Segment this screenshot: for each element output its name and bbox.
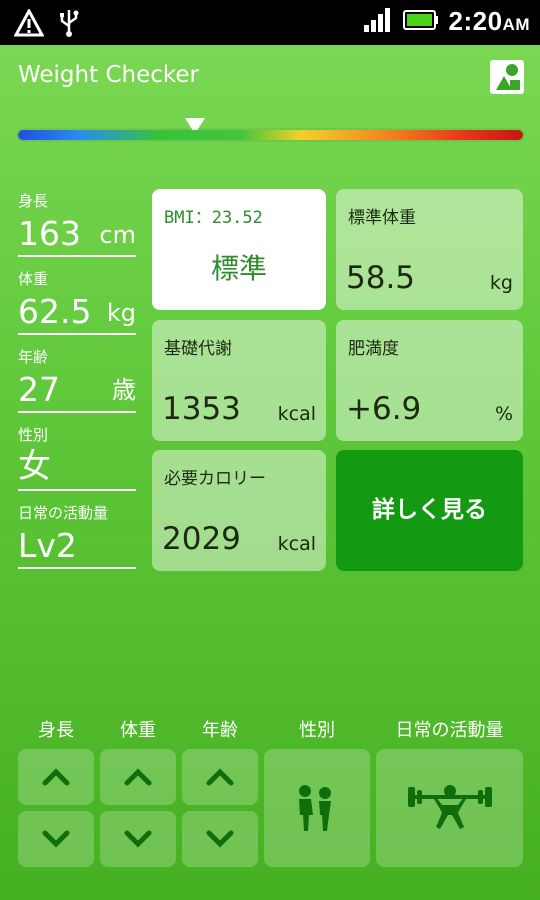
bmi-label: BMI：23.52	[164, 208, 263, 228]
age-up-button[interactable]	[182, 749, 258, 805]
bmi-card: BMI：23.52 標準	[152, 189, 326, 310]
bmr-label: 基礎代謝	[164, 339, 232, 359]
couple-kissing-icon	[299, 785, 331, 831]
height-value-box[interactable]: 163 cm	[18, 211, 136, 257]
control-label-weight: 体重	[120, 720, 156, 741]
detail-button[interactable]: 詳しく見る	[336, 450, 523, 571]
control-label-gender: 性別	[299, 720, 335, 741]
app-title: Weight Checker	[18, 62, 199, 88]
weight-down-button[interactable]	[100, 811, 176, 867]
weight-value: 62.5	[18, 292, 92, 331]
obesity-card: 肥満度 +6.9 %	[336, 320, 523, 441]
height-value: 163	[18, 214, 81, 253]
chevron-down-icon	[124, 830, 152, 848]
chevron-up-icon	[42, 768, 70, 786]
obesity-label: 肥満度	[348, 339, 399, 359]
calorie-label: 必要カロリー	[164, 469, 266, 489]
activity-value: Lv2	[18, 526, 77, 565]
activity-toggle-button[interactable]	[376, 749, 523, 867]
bmi-status: 標準	[210, 252, 267, 285]
chevron-up-icon	[206, 768, 234, 786]
height-unit: cm	[99, 221, 136, 249]
standard-weight-label: 標準体重	[348, 208, 416, 228]
obesity-value: +6.9	[346, 391, 422, 427]
activity-value-box[interactable]: Lv2	[18, 523, 136, 569]
status-bar: 2:20AM	[0, 0, 540, 45]
age-down-button[interactable]	[182, 811, 258, 867]
weight-unit: kg	[106, 299, 136, 327]
bmr-value: 1353	[162, 391, 241, 427]
calorie-unit: kcal	[277, 533, 316, 555]
age-field[interactable]: 年齢 27 歳	[18, 346, 136, 413]
gender-field[interactable]: 性別 女	[18, 424, 136, 491]
weight-value-box[interactable]: 62.5 kg	[18, 289, 136, 335]
chevron-down-icon	[42, 830, 70, 848]
bmr-card: 基礎代謝 1353 kcal	[152, 320, 326, 441]
standard-weight-card: 標準体重 58.5 kg	[336, 189, 523, 310]
bmi-scale	[18, 118, 523, 144]
warning-icon	[13, 7, 45, 41]
activity-label: 日常の活動量	[18, 504, 109, 522]
age-label: 年齢	[18, 348, 49, 366]
height-field[interactable]: 身長 163 cm	[18, 190, 136, 257]
scale-gradient-bar	[18, 130, 523, 140]
clock-ampm: AM	[502, 15, 530, 34]
gender-value-box[interactable]: 女	[18, 445, 136, 491]
age-value: 27	[18, 370, 60, 409]
obesity-unit: %	[494, 403, 513, 425]
control-label-activity: 日常の活動量	[395, 720, 504, 741]
activity-field[interactable]: 日常の活動量 Lv2	[18, 502, 136, 569]
height-label: 身長	[18, 192, 49, 210]
clock-time: 2:20	[448, 6, 503, 36]
weight-up-button[interactable]	[100, 749, 176, 805]
clock: 2:20AM	[449, 6, 531, 37]
share-icon[interactable]	[490, 60, 524, 94]
weight-field[interactable]: 体重 62.5 kg	[18, 268, 136, 335]
calorie-card: 必要カロリー 2029 kcal	[152, 450, 326, 571]
calorie-value: 2029	[162, 521, 241, 557]
standard-weight-unit: kg	[489, 272, 513, 294]
weight-label: 体重	[18, 270, 49, 288]
gender-value: 女	[18, 446, 51, 485]
height-down-button[interactable]	[18, 811, 94, 867]
signal-icon	[363, 7, 393, 37]
bmr-unit: kcal	[277, 403, 316, 425]
gender-toggle-button[interactable]	[264, 749, 370, 867]
standard-weight-value: 58.5	[346, 260, 416, 296]
chevron-up-icon	[124, 768, 152, 786]
weightlifter-icon	[407, 785, 492, 829]
height-up-button[interactable]	[18, 749, 94, 805]
chevron-down-icon	[206, 830, 234, 848]
usb-icon	[58, 8, 80, 42]
age-unit: 歳	[112, 376, 136, 404]
control-label-age: 年齢	[202, 720, 238, 741]
age-value-box[interactable]: 27 歳	[18, 367, 136, 413]
battery-icon	[402, 9, 439, 34]
control-label-height: 身長	[38, 720, 74, 741]
